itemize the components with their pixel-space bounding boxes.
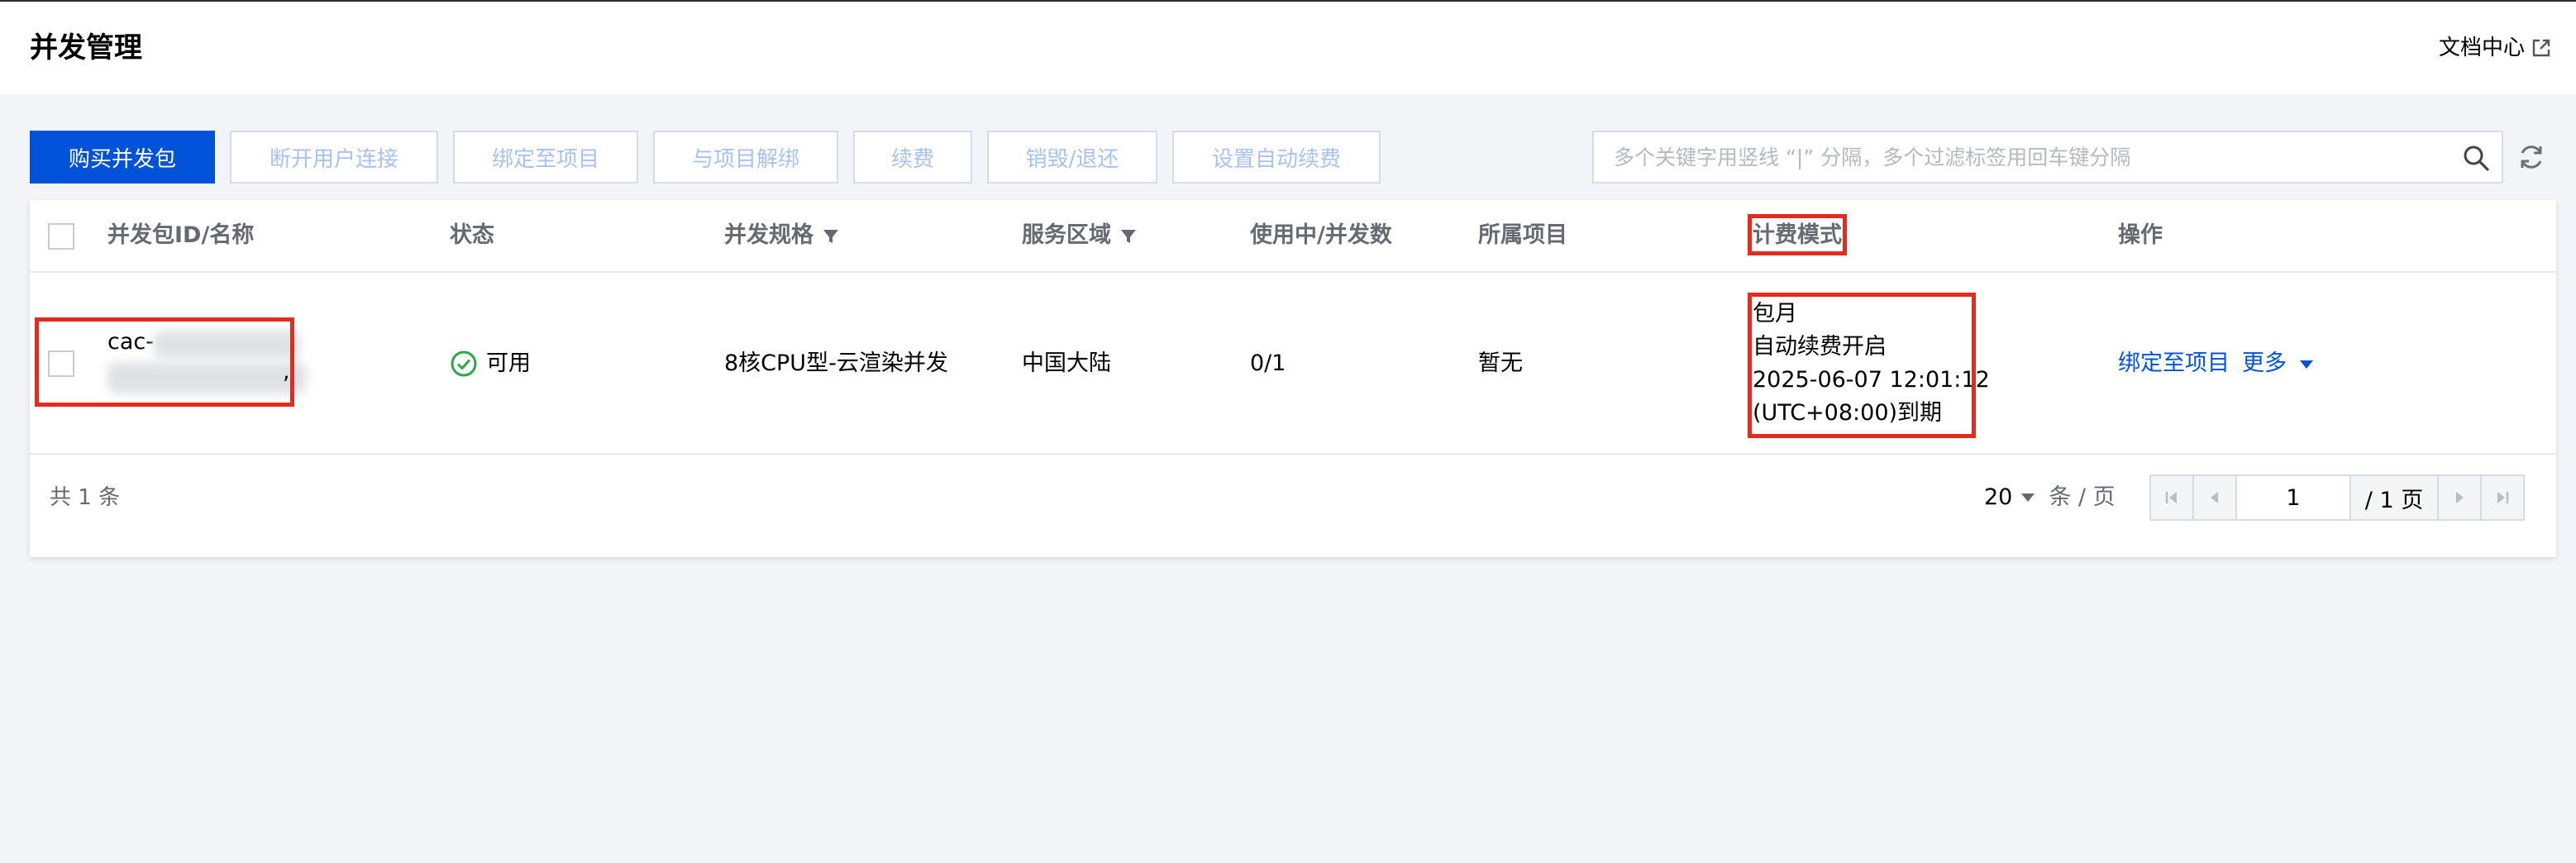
page-header: 并发管理 文档中心 <box>0 2 2576 94</box>
bind-project-link[interactable]: 绑定至项目 <box>2118 347 2230 380</box>
auto-renew-button[interactable]: 设置自动续费 <box>1172 131 1381 184</box>
col-spec-label: 并发规格 <box>724 222 813 248</box>
last-page-icon <box>2497 492 2509 503</box>
unbind-project-button[interactable]: 与项目解绑 <box>653 131 838 184</box>
col-status: 状态 <box>450 222 494 248</box>
last-page-button[interactable] <box>2480 474 2525 521</box>
doc-center-label: 文档中心 <box>2438 36 2525 60</box>
page-title: 并发管理 <box>30 31 142 64</box>
prev-page-icon <box>2211 492 2218 503</box>
first-page-icon <box>2165 492 2177 503</box>
renew-button[interactable]: 续费 <box>853 131 972 184</box>
spec-value: 8核CPU型-云渲染并发 <box>724 350 948 376</box>
select-all-checkbox[interactable] <box>48 223 74 250</box>
first-page-button[interactable] <box>2149 474 2194 521</box>
check-circle-icon <box>451 350 477 377</box>
total-pages: / 1 页 <box>2349 474 2439 521</box>
project-value: 暂无 <box>1478 350 1523 376</box>
bind-project-button[interactable]: 绑定至项目 <box>453 131 638 184</box>
external-link-icon <box>2532 39 2550 57</box>
region-value: 中国大陆 <box>1022 350 1111 376</box>
more-actions-label: 更多 <box>2242 350 2287 376</box>
page-size-unit: 条 / 页 <box>2049 484 2116 510</box>
table-header: 并发包ID/名称 状态 并发规格 服务区域 使用中/并发数 所属项目 计费模式 … <box>30 200 2556 273</box>
next-page-button[interactable] <box>2437 474 2482 521</box>
package-table: 并发包ID/名称 状态 并发规格 服务区域 使用中/并发数 所属项目 计费模式 … <box>30 200 2556 557</box>
caret-down-icon <box>2021 493 2035 502</box>
usage-value: 0/1 <box>1250 350 1286 376</box>
more-actions-dropdown[interactable]: 更多 <box>2242 347 2314 380</box>
col-region-label: 服务区域 <box>1022 222 1111 248</box>
next-page-icon <box>2456 492 2464 503</box>
page-number-input[interactable] <box>2235 474 2351 521</box>
total-count: 共 1 条 <box>50 485 121 510</box>
search-box <box>1592 131 2503 184</box>
page-size-select[interactable]: 20 条 / 页 <box>1984 481 2116 514</box>
page-size-value: 20 <box>1984 484 2013 510</box>
search-input[interactable] <box>1594 132 2454 182</box>
destroy-refund-button[interactable]: 销毁/退还 <box>987 131 1157 184</box>
col-region[interactable]: 服务区域 <box>1022 200 1138 271</box>
col-id: 并发包ID/名称 <box>107 222 255 248</box>
pagination: / 1 页 <box>2149 474 2525 521</box>
filter-icon[interactable] <box>1119 227 1138 246</box>
caret-down-icon <box>2299 360 2313 369</box>
billing-value-highlight <box>1748 293 1976 438</box>
table-row: cac- , 可用 8核CPU型-云渲染并发 中国大陆 0/1 暂无 包月 自动… <box>30 273 2556 455</box>
col-usage: 使用中/并发数 <box>1250 222 1392 248</box>
col-project: 所属项目 <box>1478 222 1567 248</box>
billing-header-highlight <box>1748 214 1847 255</box>
package-id-highlight <box>35 317 294 407</box>
doc-center-link[interactable]: 文档中心 <box>2439 31 2551 64</box>
prev-page-button[interactable] <box>2192 474 2237 521</box>
search-icon[interactable] <box>2462 144 2490 172</box>
action-toolbar: 购买并发包 断开用户连接 绑定至项目 与项目解绑 续费 销毁/退还 设置自动续费 <box>30 131 1381 185</box>
status-text: 可用 <box>486 350 531 376</box>
filter-icon[interactable] <box>822 227 840 246</box>
refresh-icon[interactable] <box>2516 142 2546 172</box>
buy-package-button[interactable]: 购买并发包 <box>30 131 215 184</box>
disconnect-user-button[interactable]: 断开用户连接 <box>230 131 438 184</box>
col-action: 操作 <box>2118 222 2163 248</box>
col-spec[interactable]: 并发规格 <box>724 200 840 271</box>
